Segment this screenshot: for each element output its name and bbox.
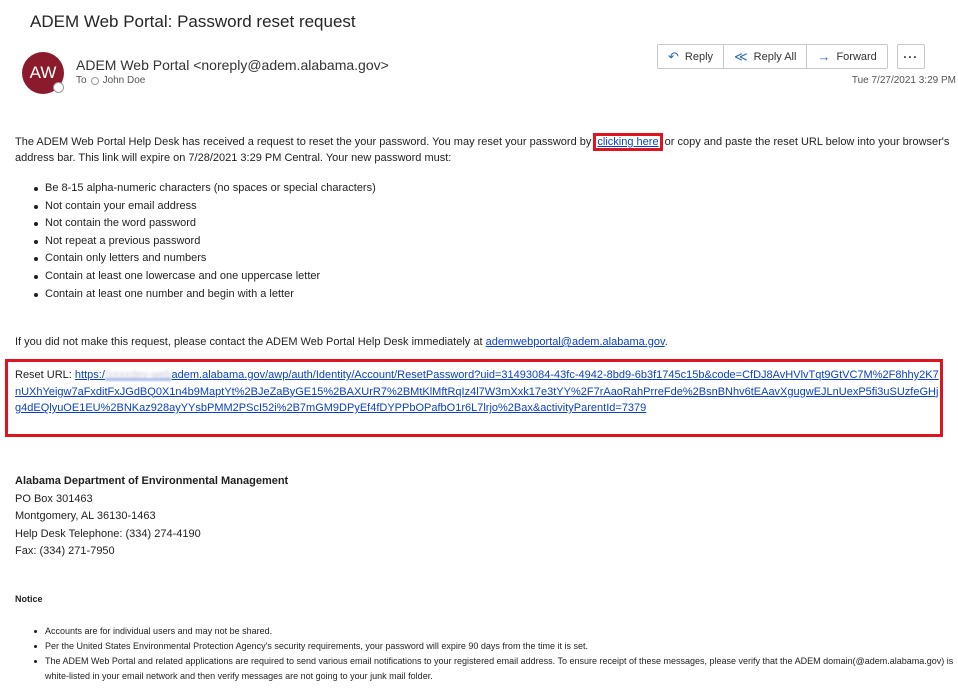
- requirement-item: Contain at least one lowercase and one u…: [15, 268, 955, 286]
- email-timestamp: Tue 7/27/2021 3:29 PM: [851, 75, 956, 86]
- reply-button[interactable]: ↶ Reply: [658, 45, 725, 68]
- presence-status-icon: [53, 82, 64, 93]
- intro-text-before: The ADEM Web Portal Help Desk has receiv…: [15, 136, 595, 148]
- message-actions: ↶ Reply ≪ Reply All → Forward ···: [657, 44, 925, 69]
- notice-heading: Notice: [15, 594, 43, 604]
- requirement-item: Be 8-15 alpha-numeric characters (no spa…: [15, 180, 955, 198]
- recipient-presence-icon: [90, 76, 99, 85]
- notice-item: The ADEM Web Portal and related applicat…: [15, 654, 955, 684]
- email-reading-pane: ADEM Web Portal: Password reset request …: [0, 0, 958, 696]
- redacted-host-segment: /xxxxdev-web: [104, 369, 172, 381]
- requirement-item: Not repeat a previous password: [15, 233, 955, 251]
- notice-list: Accounts are for individual users and ma…: [15, 624, 955, 684]
- reset-url-link[interactable]: https://xxxxdev-webadem.alabama.gov/awp/…: [15, 369, 939, 414]
- clicking-here-link[interactable]: clicking here: [593, 133, 663, 151]
- organization-signature: Alabama Department of Environmental Mana…: [15, 473, 288, 561]
- email-subject: ADEM Web Portal: Password reset request: [30, 12, 356, 31]
- city-line: Montgomery, AL 36130-1463: [15, 510, 156, 522]
- reset-url-start: https:/: [74, 369, 105, 381]
- requirement-item: Not contain the word password: [15, 215, 955, 233]
- requirement-item: Contain only letters and numbers: [15, 250, 955, 268]
- requirement-item: Not contain your email address: [15, 198, 955, 216]
- forward-button[interactable]: → Forward: [807, 45, 887, 68]
- helpdesk-email-link[interactable]: ademwebportal@adem.alabama.gov: [486, 336, 665, 348]
- forward-label: Forward: [836, 50, 877, 63]
- to-label: To: [76, 75, 87, 86]
- reply-all-arrow-icon: ≪: [734, 49, 748, 64]
- contact-end: .: [664, 336, 668, 348]
- avatar-initials: AW: [29, 63, 57, 82]
- helpdesk-phone: Help Desk Telephone: (334) 274-4190: [15, 527, 201, 540]
- reply-label: Reply: [684, 50, 714, 63]
- reset-url-label: Reset URL:: [15, 369, 75, 381]
- notice-item: Accounts are for individual users and ma…: [15, 624, 955, 639]
- fax-number: Fax: (334) 271-7950: [15, 545, 115, 557]
- notice-item: Per the United States Environmental Prot…: [15, 639, 955, 654]
- sender-name[interactable]: ADEM Web Portal <noreply@adem.alabama.go…: [76, 57, 389, 73]
- forward-arrow-icon: →: [817, 49, 831, 64]
- contact-text: If you did not make this request, please…: [15, 336, 486, 348]
- contact-paragraph: If you did not make this request, please…: [15, 336, 668, 348]
- reply-button-group: ↶ Reply ≪ Reply All → Forward: [657, 44, 888, 69]
- reply-all-label: Reply All: [753, 50, 797, 63]
- requirement-item: Contain at least one number and begin wi…: [15, 286, 955, 304]
- password-requirements-list: Be 8-15 alpha-numeric characters (no spa…: [15, 180, 955, 303]
- reply-arrow-icon: ↶: [668, 49, 679, 64]
- recipient-line: To John Doe: [76, 75, 145, 86]
- email-body: The ADEM Web Portal Help Desk has receiv…: [15, 133, 955, 303]
- reset-url-box: Reset URL: https://xxxxdev-webadem.alaba…: [5, 359, 943, 437]
- recipient-name[interactable]: John Doe: [103, 75, 146, 86]
- more-actions-button[interactable]: ···: [896, 44, 925, 69]
- po-box: PO Box 301463: [15, 492, 93, 505]
- organization-name: Alabama Department of Environmental Mana…: [15, 475, 289, 487]
- reply-all-button[interactable]: ≪ Reply All: [724, 45, 808, 68]
- intro-paragraph: The ADEM Web Portal Help Desk has receiv…: [15, 133, 955, 166]
